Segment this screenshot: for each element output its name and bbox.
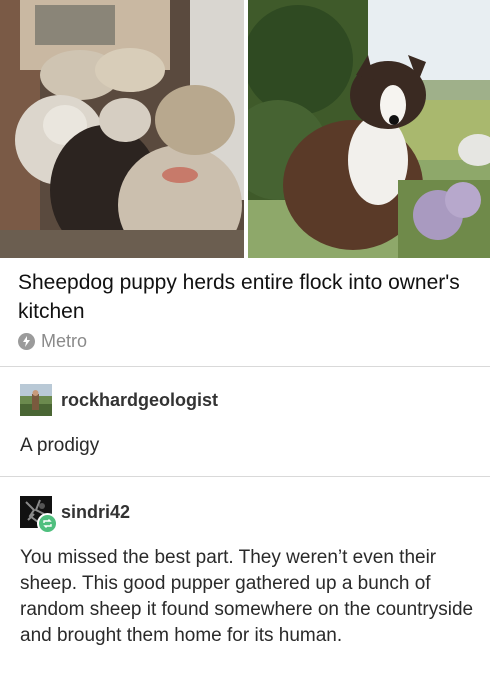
divider <box>0 366 490 367</box>
comment-text: You missed the best part. They weren’t e… <box>20 547 474 646</box>
reblog-icon <box>37 513 58 534</box>
comment-header-2[interactable]: sindri42 <box>20 496 130 534</box>
comment-text: A prodigy <box>20 435 100 456</box>
comment-header-1[interactable]: rockhardgeologist <box>20 384 218 416</box>
avatar[interactable] <box>20 384 52 416</box>
source-label: Metro <box>41 331 88 351</box>
avatar[interactable] <box>20 496 58 534</box>
divider <box>0 476 490 477</box>
sheepdog-in-field-photo[interactable] <box>248 0 490 258</box>
username[interactable]: rockhardgeologist <box>61 390 218 411</box>
sheep-in-kitchen-photo[interactable] <box>0 0 244 258</box>
username[interactable]: sindri42 <box>61 502 130 523</box>
post-headline[interactable]: Sheepdog puppy herds entire flock into o… <box>18 268 478 326</box>
lightning-bolt-icon <box>18 333 35 350</box>
photo-grid <box>0 0 490 258</box>
post-source[interactable]: Metro <box>18 331 87 352</box>
